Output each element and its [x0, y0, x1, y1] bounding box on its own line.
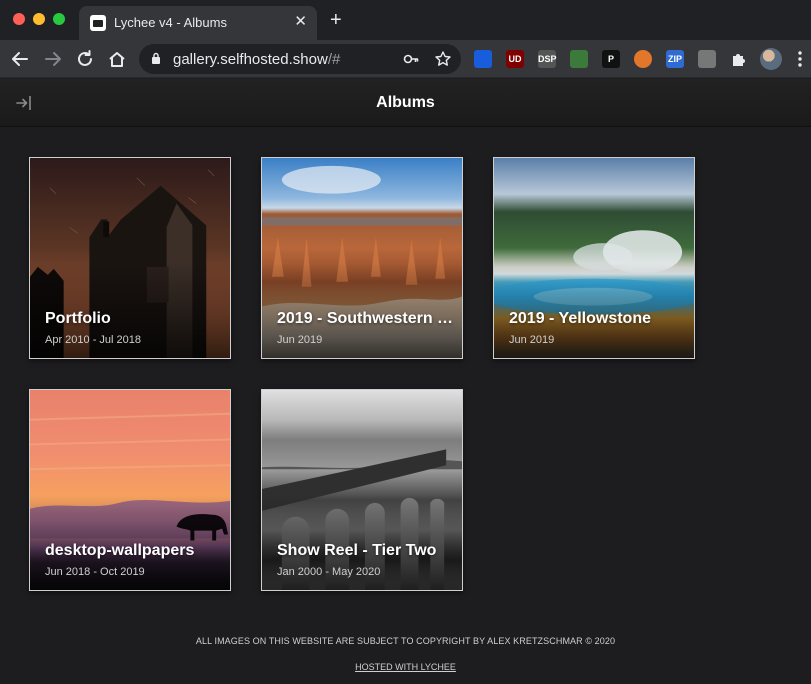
- bookmark-star-icon[interactable]: [434, 50, 452, 68]
- key-icon[interactable]: [402, 50, 420, 68]
- dsp-extension-icon[interactable]: DSP: [538, 50, 557, 68]
- back-icon[interactable]: [9, 48, 31, 70]
- zip-extension-icon[interactable]: ZIP: [666, 50, 684, 68]
- pocket-extension-icon[interactable]: P: [602, 50, 620, 68]
- url-text[interactable]: gallery.selfhosted.show/#: [173, 51, 340, 68]
- bitwarden-extension-icon[interactable]: [474, 50, 492, 68]
- extensions-puzzle-icon[interactable]: [730, 50, 748, 68]
- album-portfolio[interactable]: Portfolio Apr 2010 - Jul 2018: [29, 157, 231, 359]
- album-date: Jun 2019: [277, 334, 323, 346]
- lychee-favicon-icon: [90, 15, 106, 31]
- album-desktop-wallpapers[interactable]: desktop-wallpapers Jun 2018 - Oct 2019: [29, 389, 231, 591]
- address-bar[interactable]: gallery.selfhosted.show/#: [139, 44, 461, 74]
- album-title: desktop-wallpapers: [45, 542, 195, 559]
- album-2019-yellowstone[interactable]: 2019 - Yellowstone Jun 2019: [493, 157, 695, 359]
- album-show-reel-tier-two[interactable]: Show Reel - Tier Two Jan 2000 - May 2020: [261, 389, 463, 591]
- maximize-window-button[interactable]: [53, 13, 65, 25]
- browser-menu-icon[interactable]: [797, 48, 803, 70]
- colorpicker-extension-icon[interactable]: [570, 50, 588, 68]
- album-title: 2019 - Yellowstone: [509, 310, 651, 327]
- copyright-text: ALL IMAGES ON THIS WEBSITE ARE SUBJECT T…: [195, 636, 616, 646]
- close-window-button[interactable]: [13, 13, 25, 25]
- album-date: Jun 2018 - Oct 2019: [45, 566, 145, 578]
- profile-avatar[interactable]: [760, 48, 782, 70]
- tab-title: Lychee v4 - Albums: [114, 15, 227, 30]
- album-date: Jan 2000 - May 2020: [277, 566, 381, 578]
- browser-tab-lychee[interactable]: Lychee v4 - Albums ✕: [79, 6, 317, 40]
- albums-grid: Portfolio Apr 2010 - Jul 2018 2019 - Sou…: [0, 127, 811, 617]
- lock-icon: [152, 52, 160, 64]
- page-title: Albums: [376, 94, 435, 111]
- album-date: Apr 2010 - Jul 2018: [45, 334, 142, 346]
- app-header: Albums: [0, 79, 811, 127]
- sneaker-extension-icon[interactable]: [698, 50, 716, 68]
- owl-extension-icon[interactable]: [634, 50, 652, 68]
- album-title: Portfolio: [45, 310, 111, 327]
- browser-toolbar: gallery.selfhosted.show/# UD DSP P ZIP: [0, 40, 811, 78]
- album-date: Jun 2019: [509, 334, 555, 346]
- ublock-extension-icon[interactable]: UD: [506, 50, 524, 68]
- album-title: Show Reel - Tier Two: [277, 542, 437, 559]
- forward-icon[interactable]: [42, 48, 64, 70]
- album-title: 2019 - Southwestern …: [277, 310, 454, 327]
- new-tab-button[interactable]: +: [330, 10, 342, 30]
- footer: ALL IMAGES ON THIS WEBSITE ARE SUBJECT T…: [0, 617, 811, 684]
- hosted-with-lychee-link[interactable]: HOSTED WITH LYCHEE: [0, 662, 811, 672]
- minimize-window-button[interactable]: [33, 13, 45, 25]
- tab-close-icon[interactable]: ✕: [294, 13, 307, 31]
- home-icon[interactable]: [106, 48, 128, 70]
- browser-tab-strip: Lychee v4 - Albums ✕ +: [0, 0, 811, 40]
- album-2019-southwestern[interactable]: 2019 - Southwestern … Jun 2019: [261, 157, 463, 359]
- reload-icon[interactable]: [74, 48, 96, 70]
